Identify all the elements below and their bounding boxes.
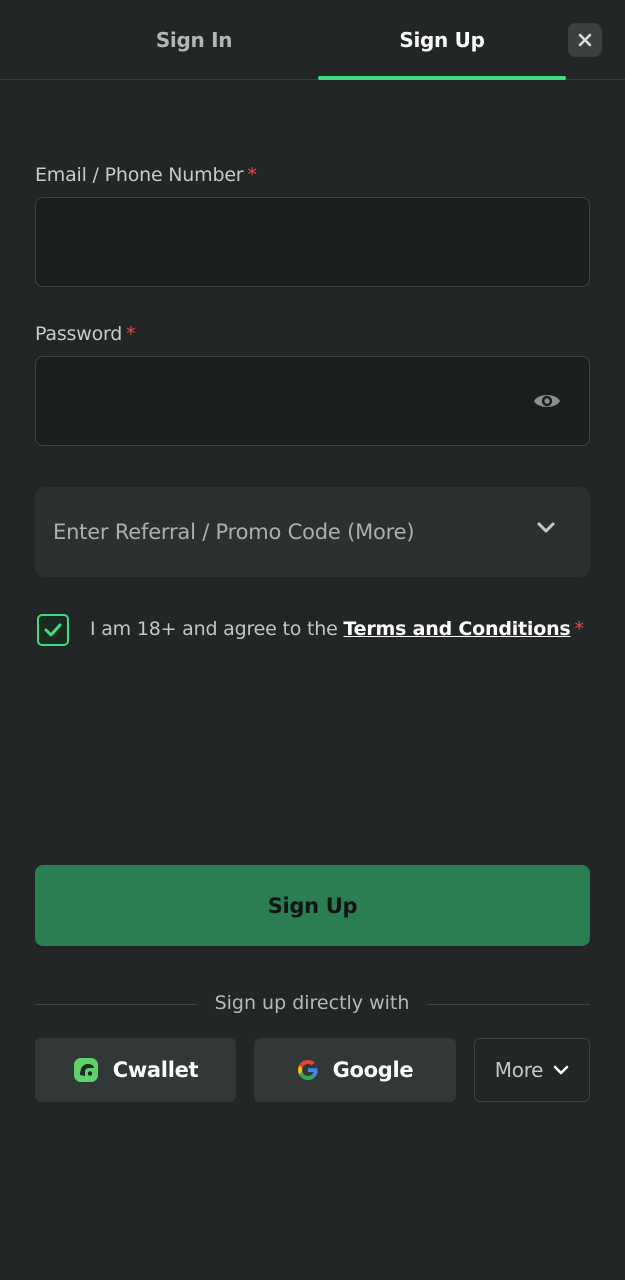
cwallet-label: Cwallet [112, 1058, 199, 1082]
agree-label: I am 18+ and agree to the [90, 618, 338, 640]
terms-link[interactable]: Terms and Conditions [343, 618, 570, 640]
chevron-down-icon [553, 1064, 569, 1076]
signup-dialog: Sign In Sign Up Email / Phone Number * Pa… [0, 0, 625, 1280]
divider-line-left [35, 1004, 197, 1005]
google-logo-icon [297, 1059, 319, 1081]
close-button[interactable] [568, 23, 602, 57]
chevron-down-icon [537, 522, 555, 533]
email-label: Email / Phone Number * [35, 164, 257, 186]
more-social-button[interactable]: More [474, 1038, 590, 1102]
promo-code-label: Enter Referral / Promo Code (More) [53, 520, 415, 544]
email-field-container [35, 197, 590, 287]
active-tab-indicator [318, 76, 566, 80]
agree-text: I am 18+ and agree to the Terms and Cond… [90, 618, 584, 640]
email-field[interactable] [36, 198, 589, 286]
password-field[interactable] [36, 357, 589, 445]
more-label: More [494, 1058, 544, 1082]
google-button[interactable]: Google [254, 1038, 456, 1102]
cwallet-button[interactable]: Cwallet [35, 1038, 236, 1102]
tab-sign-up[interactable]: Sign Up [318, 0, 566, 80]
google-label: Google [332, 1058, 414, 1082]
required-mark: * [126, 323, 136, 345]
auth-tabs: Sign In Sign Up [0, 0, 625, 80]
password-field-container [35, 356, 590, 446]
cwallet-logo-icon [73, 1057, 99, 1083]
agree-checkbox[interactable] [37, 614, 69, 646]
password-label-text: Password [35, 323, 123, 345]
required-mark: * [247, 164, 257, 186]
social-divider-text: Sign up directly with [214, 992, 410, 1014]
checkmark-icon [44, 623, 62, 637]
tab-sign-in[interactable]: Sign In [70, 0, 318, 80]
required-mark: * [574, 618, 585, 640]
social-divider: Sign up directly with [35, 990, 590, 1018]
eye-icon[interactable] [533, 390, 561, 412]
promo-code-toggle[interactable]: Enter Referral / Promo Code (More) [35, 487, 590, 577]
sign-up-button[interactable]: Sign Up [35, 865, 590, 946]
email-label-text: Email / Phone Number [35, 164, 244, 186]
close-icon [578, 33, 592, 47]
password-label: Password * [35, 323, 136, 345]
divider-line-right [427, 1004, 590, 1005]
